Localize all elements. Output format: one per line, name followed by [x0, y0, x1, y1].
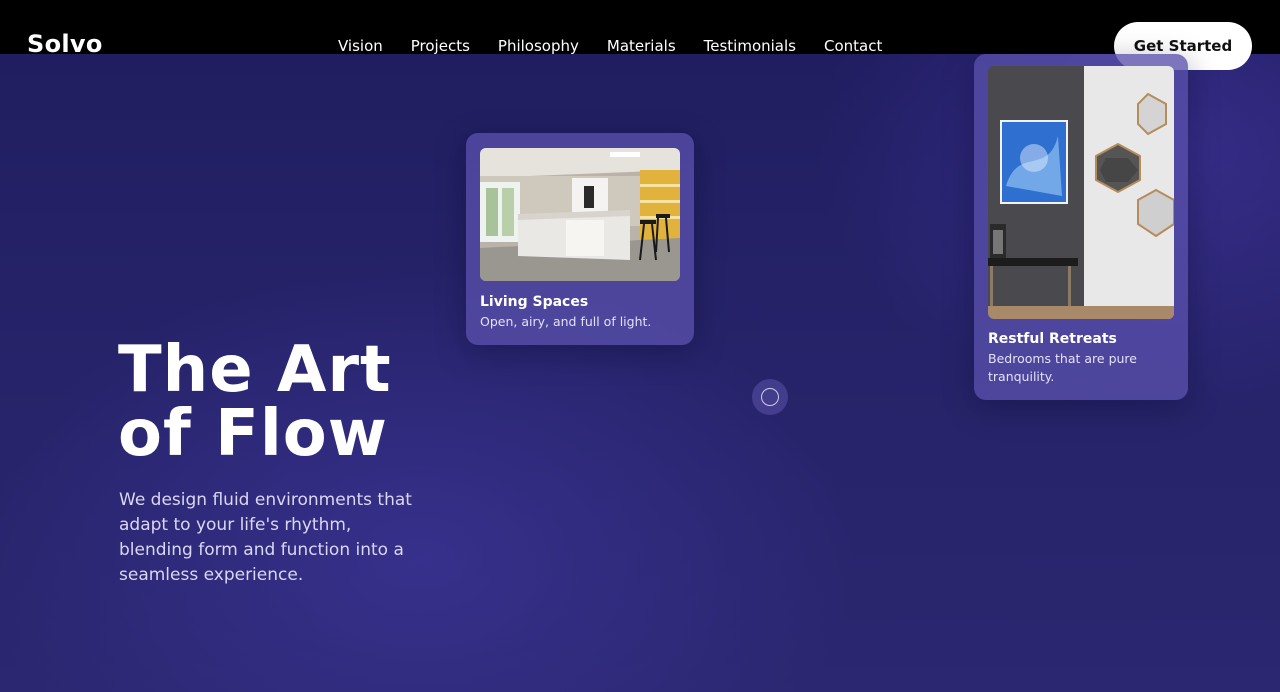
nav-item-materials[interactable]: Materials	[607, 37, 676, 55]
hero-title-line-2: of Flow	[118, 397, 388, 471]
nav-item-contact[interactable]: Contact	[824, 37, 882, 55]
project-card-living-spaces[interactable]: Living Spaces Open, airy, and full of li…	[466, 133, 694, 345]
hero-title: The Art of Flow	[118, 338, 478, 466]
cursor-dot	[761, 388, 779, 406]
brand-logo[interactable]: Solvo	[27, 30, 103, 58]
cursor-follower-icon	[752, 379, 788, 415]
hallway-mirrors-photo	[988, 66, 1174, 319]
main-nav: Vision Projects Philosophy Materials Tes…	[338, 37, 882, 55]
hero-subtitle: We design fluid environments that adapt …	[119, 490, 412, 585]
kitchen-photo	[480, 148, 680, 281]
project-card-restful-retreats[interactable]: Restful Retreats Bedrooms that are pure …	[974, 54, 1188, 400]
card-description: Open, airy, and full of light.	[480, 314, 652, 329]
hero-title-line-1: The Art	[118, 333, 392, 407]
nav-item-vision[interactable]: Vision	[338, 37, 383, 55]
nav-item-testimonials[interactable]: Testimonials	[704, 37, 796, 55]
nav-item-philosophy[interactable]: Philosophy	[498, 37, 579, 55]
card-title: Living Spaces	[480, 294, 589, 310]
nav-item-projects[interactable]: Projects	[411, 37, 470, 55]
card-description: Bedrooms that are pure tranquility.	[988, 351, 1137, 384]
card-title: Restful Retreats	[988, 331, 1117, 347]
